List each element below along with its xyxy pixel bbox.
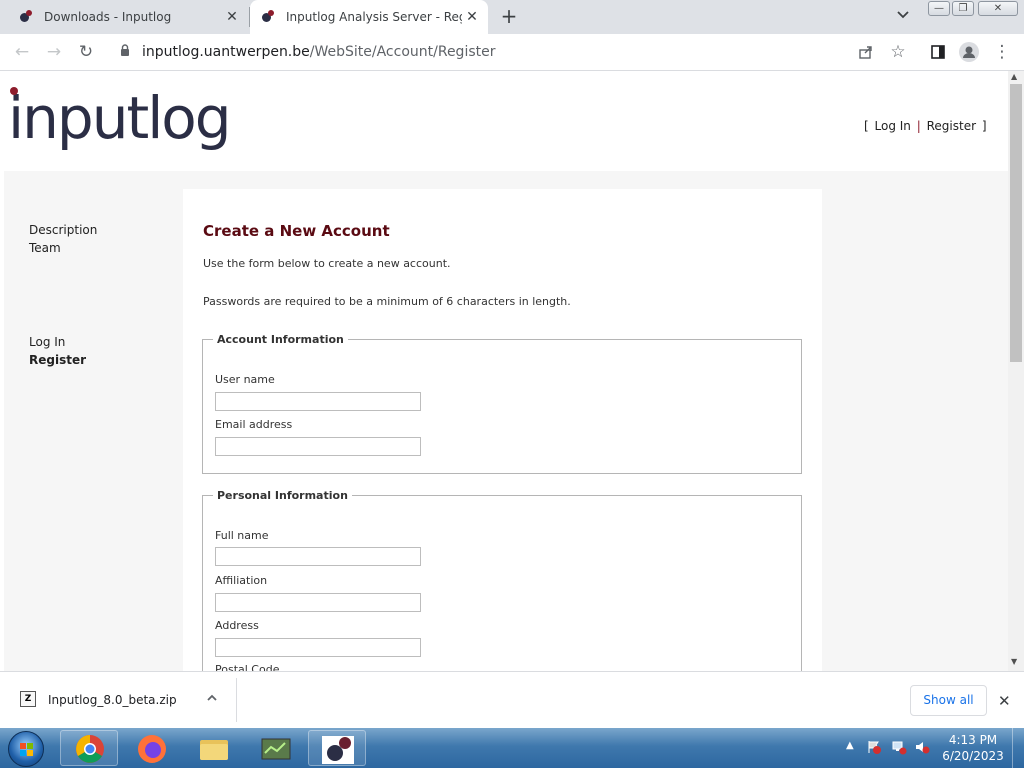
kebab-menu-icon[interactable]: ⋮: [990, 40, 1014, 64]
download-divider: [236, 678, 237, 722]
separator: |: [916, 119, 921, 133]
tab-search-chevron-icon[interactable]: [896, 8, 914, 26]
sidebar-item-login[interactable]: Log In: [29, 333, 86, 351]
download-shelf: Z Inputlog_8.0_beta.zip Show all ✕: [0, 671, 1024, 728]
fullname-input[interactable]: [215, 547, 421, 566]
close-window-button[interactable]: ✕: [978, 1, 1018, 16]
address-input[interactable]: [215, 638, 421, 657]
show-desktop-button[interactable]: [1012, 728, 1024, 768]
show-hidden-icons-icon[interactable]: ▲: [846, 740, 854, 751]
account-information-legend: Account Information: [217, 333, 344, 346]
new-tab-button[interactable]: +: [497, 4, 521, 28]
download-options-chevron-icon[interactable]: [205, 690, 219, 709]
affiliation-input[interactable]: [215, 593, 421, 612]
email-label: Email address: [215, 418, 293, 431]
firefox-taskbar-icon[interactable]: [122, 730, 180, 766]
url-path: /WebSite/Account/Register: [309, 44, 496, 60]
close-tab-icon[interactable]: ✕: [464, 9, 480, 25]
inputlog-favicon: [20, 10, 34, 24]
sidebar-item-register[interactable]: Register: [29, 351, 86, 369]
username-input[interactable]: [215, 392, 421, 411]
email-input[interactable]: [215, 437, 421, 456]
volume-muted-icon[interactable]: [914, 739, 930, 755]
tab-title: Downloads - Inputlog: [44, 10, 172, 24]
profile-avatar-icon[interactable]: [959, 42, 979, 62]
network-status-icon[interactable]: [891, 739, 907, 755]
maximize-window-button[interactable]: ❐: [952, 1, 974, 16]
logo-dot-icon: [10, 87, 18, 95]
login-display: [ Log In | Register ]: [863, 119, 988, 133]
lock-icon[interactable]: [120, 44, 134, 60]
show-all-button[interactable]: Show all: [910, 685, 987, 716]
browser-toolbar: ← → ↻ inputlog.uantwerpen.be/WebSite/Acc…: [0, 34, 1024, 71]
address-label: Address: [215, 619, 259, 632]
tab-title: Inputlog Analysis Server - Registi: [286, 10, 462, 24]
sidebar-nav-bottom: Log In Register: [29, 333, 86, 369]
chrome-taskbar-icon[interactable]: [60, 730, 118, 766]
minimize-window-button[interactable]: —: [928, 1, 950, 16]
bookmark-star-icon[interactable]: ☆: [886, 40, 910, 64]
sidebar-nav-top: Description Team: [29, 221, 97, 257]
network-app-taskbar-icon[interactable]: [246, 730, 304, 766]
bracket-close: ]: [981, 119, 987, 133]
clock-time: 4:13 PM: [948, 733, 998, 747]
bracket-open: [: [864, 119, 869, 133]
sidebar-item-team[interactable]: Team: [29, 239, 97, 257]
scroll-down-arrow-icon[interactable]: ▼: [1011, 657, 1017, 666]
clock-date: 6/20/2023: [942, 749, 1004, 763]
file-explorer-taskbar-icon[interactable]: [184, 730, 242, 766]
inputlog-taskbar-icon[interactable]: [308, 730, 366, 766]
scroll-up-arrow-icon[interactable]: ▲: [1011, 72, 1017, 81]
fullname-label: Full name: [215, 529, 269, 542]
header-register-link[interactable]: Register: [927, 119, 976, 133]
web-page: inputlog [ Log In | Register ] Descripti…: [0, 71, 1008, 671]
page-title: Create a New Account: [203, 222, 390, 240]
action-center-flag-icon[interactable]: [866, 739, 882, 755]
close-download-shelf-icon[interactable]: ✕: [998, 692, 1011, 710]
sidebar-item-description[interactable]: Description: [29, 221, 97, 239]
share-icon[interactable]: [854, 40, 878, 64]
reload-icon[interactable]: ↻: [74, 40, 98, 64]
personal-information-legend: Personal Information: [217, 489, 348, 502]
address-bar[interactable]: inputlog.uantwerpen.be/WebSite/Account/R…: [108, 37, 918, 67]
close-tab-icon[interactable]: ✕: [224, 9, 240, 25]
side-panel-icon[interactable]: [926, 40, 950, 64]
windows-taskbar: ▲ 4:13 PM 6/20/2023: [0, 728, 1024, 768]
back-arrow-icon[interactable]: ←: [10, 40, 34, 64]
username-label: User name: [215, 373, 275, 386]
zip-file-icon: Z: [20, 691, 36, 707]
download-file-name[interactable]: Inputlog_8.0_beta.zip: [48, 693, 177, 707]
scrollbar-thumb[interactable]: [1010, 84, 1022, 362]
header-login-link[interactable]: Log In: [875, 119, 911, 133]
tab-register[interactable]: Inputlog Analysis Server - Registi ✕: [250, 0, 488, 34]
system-clock[interactable]: 4:13 PM 6/20/2023: [940, 732, 1006, 764]
tab-strip: Downloads - Inputlog ✕ Inputlog Analysis…: [0, 0, 1024, 34]
tab-downloads[interactable]: Downloads - Inputlog ✕: [0, 0, 248, 34]
password-note: Passwords are required to be a minimum o…: [203, 295, 571, 308]
postal-code-label: Postal Code: [215, 663, 280, 671]
intro-text: Use the form below to create a new accou…: [203, 257, 451, 270]
forward-arrow-icon[interactable]: →: [42, 40, 66, 64]
inputlog-logo[interactable]: inputlog: [8, 83, 232, 153]
inputlog-favicon: [262, 10, 276, 24]
affiliation-label: Affiliation: [215, 574, 268, 587]
url-host: inputlog.uantwerpen.be: [142, 44, 310, 60]
start-button[interactable]: [8, 731, 44, 767]
